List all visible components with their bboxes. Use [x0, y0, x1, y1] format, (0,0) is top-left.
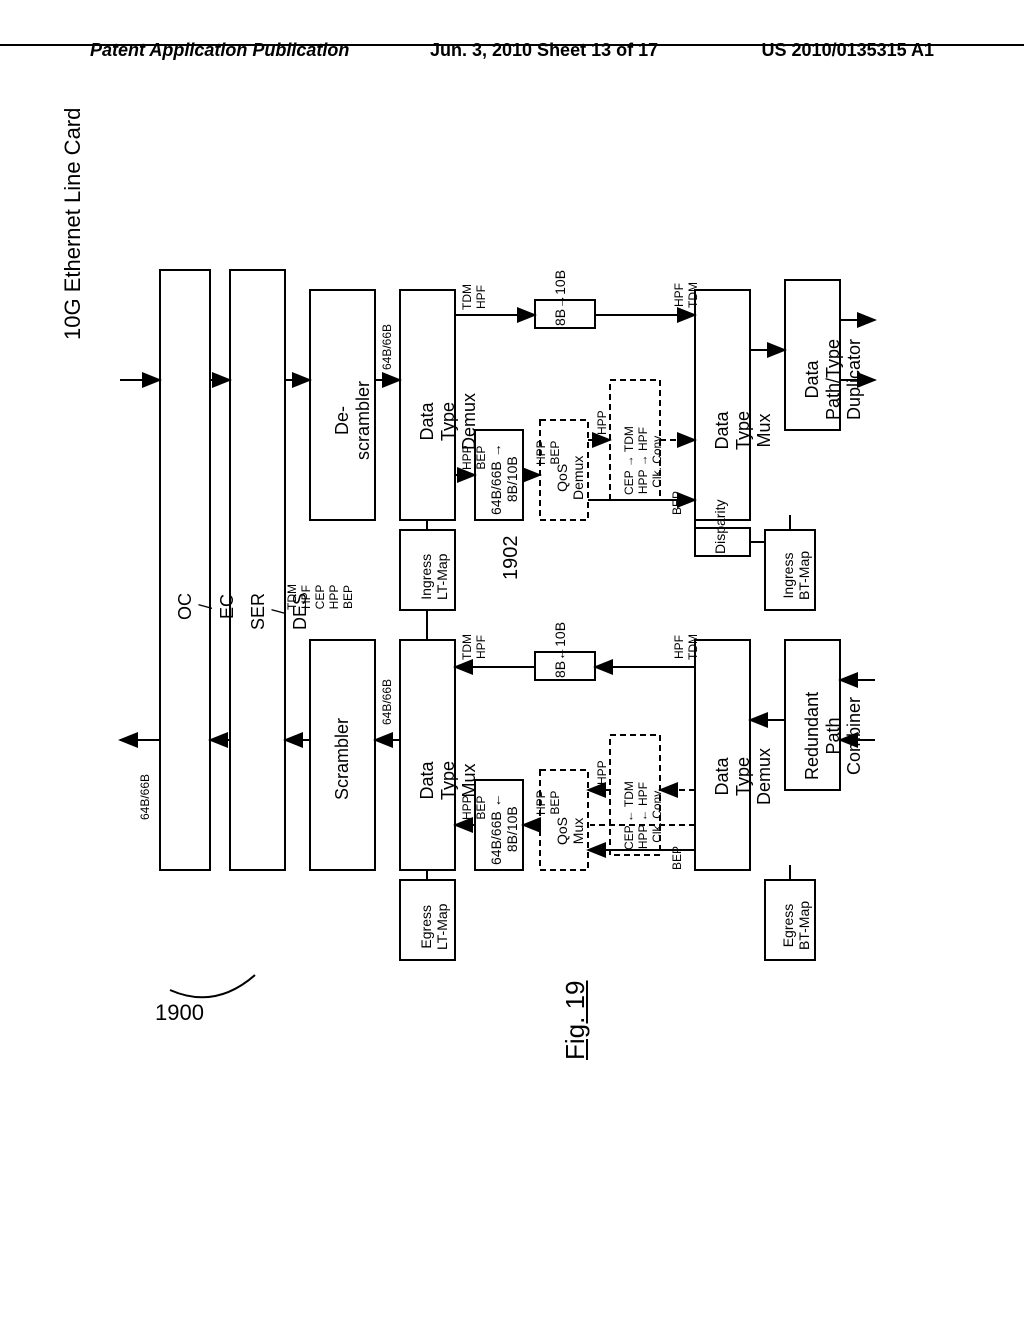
label-tdmhpf-top: TDM HPF	[460, 284, 488, 310]
combiner-block: Redundant Path Combiner	[802, 692, 865, 780]
diagram-svg	[100, 120, 924, 1220]
b6466-convert-top: 64B/66B → 8B/10B	[488, 443, 520, 515]
label-64b-left: 64B/66B	[138, 774, 152, 820]
header-left: Patent Application Publication	[90, 40, 349, 61]
qos-mux: QoS Mux	[554, 817, 586, 845]
label-hpftdm-bot: HPF TDM	[672, 634, 700, 660]
label-bep-bot: BEP	[670, 846, 684, 870]
label-hppbep-bot: HPP BEP	[460, 795, 488, 820]
label-hppbep-top: HPP BEP	[460, 445, 488, 470]
header-center: Jun. 3, 2010 Sheet 13 of 17	[430, 40, 658, 61]
label-hpp-top: HPP	[595, 410, 609, 435]
label-bep-top: BEP	[670, 491, 684, 515]
conv-bot: CEP ← TDM HPP ← HPF Clk. Conv.	[622, 781, 664, 850]
b8b10-bot: 8B←10B	[552, 622, 568, 678]
label-5types: TDM HPF CEP HPP BEP	[285, 584, 355, 610]
duplicator-block: Data Path/Type Duplicator	[802, 339, 865, 420]
dt-demux-top: Data Type Demux	[417, 393, 480, 450]
label-tdmhpf-bot: TDM HPF	[460, 634, 488, 660]
dt-mux-bot: Data Type Mux	[417, 761, 480, 800]
ocec-block: OC / EC	[175, 593, 238, 620]
ref-1900: 1900	[155, 1000, 204, 1026]
label-64b-top: 64B/66B	[380, 324, 394, 370]
card-title: 10G Ethernet Line Card	[60, 108, 86, 340]
conv-top: CEP → TDM HPP → HPF Clk. Conv.	[622, 426, 664, 495]
egress-bt-map: Egress BT-Map	[780, 901, 812, 950]
ingress-bt-map: Ingress BT-Map	[780, 551, 812, 600]
scrambler-block: Scrambler	[332, 718, 353, 800]
disparity-block: Disparity	[712, 500, 728, 554]
label-hppbep2-top: HPP BEP	[534, 440, 562, 465]
figure-label: Fig. 19	[560, 981, 591, 1061]
ref-1902: 1902	[500, 536, 523, 581]
b8b10-top: 8B→10B	[552, 270, 568, 326]
dt-demux-bot: Data Type Demux	[712, 748, 775, 805]
descrambler-block: De- scrambler	[332, 381, 374, 460]
label-hpp-bot: HPP	[595, 760, 609, 785]
ingress-lt-map: Ingress LT-Map	[418, 554, 450, 600]
b6466-convert-bot: 64B/66B ← 8B/10B	[488, 793, 520, 865]
label-64b-bot: 64B/66B	[380, 679, 394, 725]
label-hpftdm-top: HPF TDM	[672, 282, 700, 308]
label-hppbep2-bot: HPP BEP	[534, 790, 562, 815]
header-right: US 2010/0135315 A1	[762, 40, 934, 61]
egress-lt-map: Egress LT-Map	[418, 904, 450, 950]
dt-mux-top: Data Type Mux	[712, 411, 775, 450]
